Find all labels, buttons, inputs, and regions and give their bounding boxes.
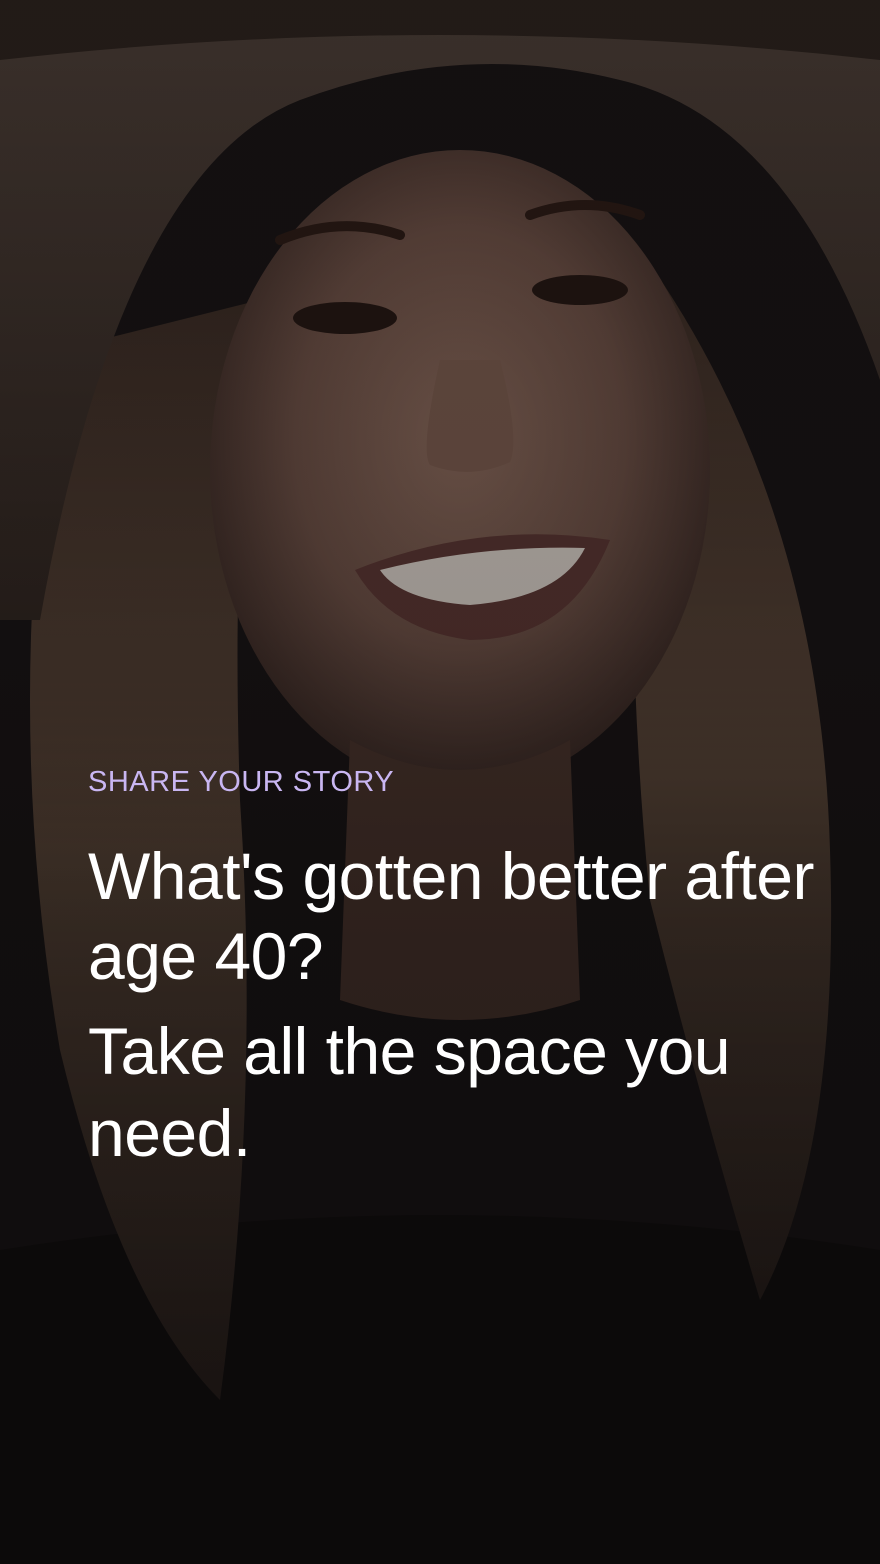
story-prompt-screen: SHARE YOUR STORY What's gotten better af… [0,0,880,1564]
story-prompt: SHARE YOUR STORY What's gotten better af… [88,762,848,1174]
headline-question: What's gotten better after age 40? [88,839,815,993]
eyebrow-label: SHARE YOUR STORY [88,766,395,798]
subhead-text: Take all the space you need. [88,1014,731,1170]
